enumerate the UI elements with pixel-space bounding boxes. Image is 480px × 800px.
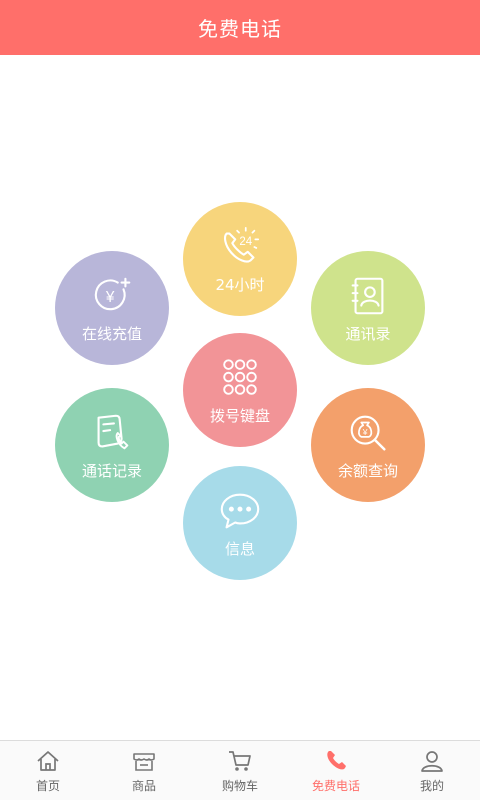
app-screen: 免费电话 24 24小时 ¥ 在线充值 通讯录 拨号键盘 通话记录 ¥ 余额查询… xyxy=(0,0,480,800)
feature-balance-button[interactable]: ¥ 余额查询 xyxy=(311,388,425,502)
feature-balance-label: 余额查询 xyxy=(337,461,398,480)
feature-24h-button[interactable]: 24 24小时 xyxy=(183,202,297,316)
user-icon xyxy=(421,751,443,772)
cart-icon xyxy=(229,751,251,771)
tab-free-call-label: 免费电话 xyxy=(311,779,360,793)
money-search-icon: ¥ xyxy=(350,415,386,451)
call-log-icon xyxy=(97,414,129,449)
feature-contacts-button[interactable]: 通讯录 xyxy=(311,251,425,365)
header-bar: 免费电话 xyxy=(0,0,480,55)
dialpad-icon xyxy=(223,358,257,395)
feature-call-log-label: 通话记录 xyxy=(81,461,142,480)
tab-home[interactable]: 首页 xyxy=(0,741,96,800)
tab-mine-label: 我的 xyxy=(419,779,444,793)
tab-free-call[interactable]: 免费电话 xyxy=(288,741,384,800)
home-icon xyxy=(37,751,59,771)
tab-mine[interactable]: 我的 xyxy=(384,741,480,800)
feature-recharge-button[interactable]: ¥ 在线充值 xyxy=(55,251,169,365)
feature-dialpad-label: 拨号键盘 xyxy=(209,406,270,425)
tab-products-label: 商品 xyxy=(131,779,156,793)
feature-contacts-label: 通讯录 xyxy=(345,324,391,343)
feature-dialpad-button[interactable]: 拨号键盘 xyxy=(183,333,297,447)
tab-cart-label: 购物车 xyxy=(221,779,258,793)
page-title: 免费电话 xyxy=(198,17,282,41)
phone-icon xyxy=(327,751,346,770)
svg-text:¥: ¥ xyxy=(362,426,368,436)
feature-message-label: 信息 xyxy=(224,539,255,558)
feature-call-log-button[interactable]: 通话记录 xyxy=(55,388,169,502)
yuan-plus-icon: ¥ xyxy=(94,277,131,310)
feature-message-button[interactable]: 信息 xyxy=(183,466,297,580)
svg-text:24: 24 xyxy=(239,236,252,248)
store-icon xyxy=(133,753,155,771)
svg-text:¥: ¥ xyxy=(105,288,115,305)
phone-24h-icon: 24 xyxy=(224,226,260,263)
tab-cart[interactable]: 购物车 xyxy=(192,741,288,800)
feature-24h-label: 24小时 xyxy=(215,275,265,294)
tab-products[interactable]: 商品 xyxy=(96,741,192,800)
chat-bubble-icon xyxy=(220,493,260,528)
feature-recharge-label: 在线充值 xyxy=(81,324,142,343)
address-book-icon xyxy=(351,277,384,314)
tab-home-label: 首页 xyxy=(35,779,60,793)
bottom-tab-bar: 首页 商品 购物车 免费电话 我的 xyxy=(0,740,480,800)
